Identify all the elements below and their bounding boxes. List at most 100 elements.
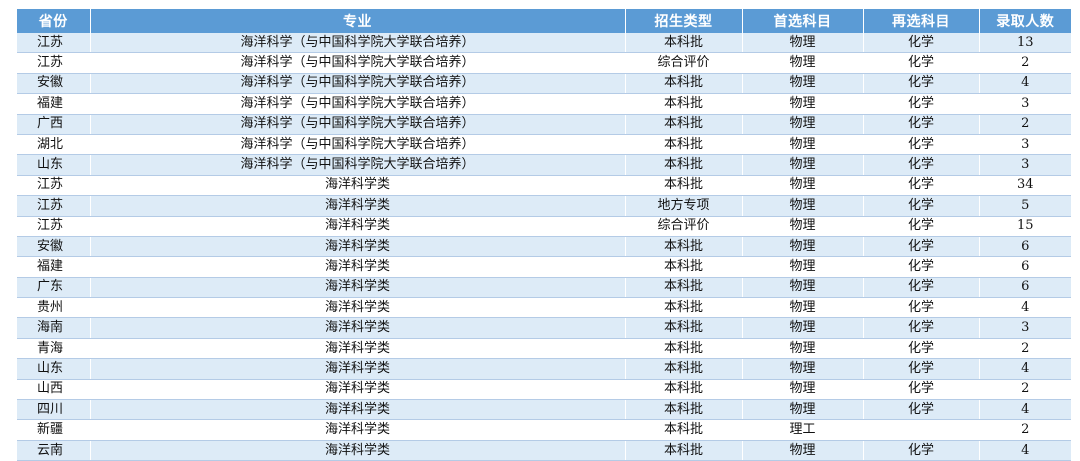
admitted-count-cell: 6 <box>979 236 1071 258</box>
first-subject-cell: 物理 <box>742 52 864 74</box>
header-admission-type: 招生类型 <box>625 9 743 33</box>
first-subject-cell: 物理 <box>742 195 864 217</box>
major-cell: 海洋科学（与中国科学院大学联合培养） <box>90 73 626 95</box>
first-subject-cell: 理工 <box>742 419 864 441</box>
admissions-table-container: 省份 专业 招生类型 首选科目 再选科目 录取人数 江苏 海洋科学（与中国科学院大… <box>17 9 1071 461</box>
admission-type-cell: 地方专项 <box>625 195 743 217</box>
first-subject-cell: 物理 <box>742 358 864 380</box>
table-row: 安徽 海洋科学类 本科批 物理 化学 6 <box>17 236 1071 258</box>
major-cell: 海洋科学类 <box>90 440 626 461</box>
major-cell: 海洋科学（与中国科学院大学联合培养） <box>90 93 626 115</box>
second-subject-cell: 化学 <box>863 358 980 380</box>
table-row: 四川 海洋科学类 本科批 物理 化学 4 <box>17 399 1071 421</box>
second-subject-cell: 化学 <box>863 440 980 461</box>
first-subject-cell: 物理 <box>742 33 864 54</box>
first-subject-cell: 物理 <box>742 379 864 401</box>
major-cell: 海洋科学类 <box>90 297 626 319</box>
admitted-count-cell: 2 <box>979 114 1071 135</box>
major-cell: 海洋科学（与中国科学院大学联合培养） <box>90 52 626 74</box>
province-cell: 四川 <box>17 399 91 421</box>
province-cell: 福建 <box>17 256 91 278</box>
province-cell: 海南 <box>17 317 91 339</box>
second-subject-cell: 化学 <box>863 154 980 176</box>
province-cell: 安徽 <box>17 236 91 258</box>
table-row: 福建 海洋科学类 本科批 物理 化学 6 <box>17 256 1071 278</box>
admission-type-cell: 本科批 <box>625 419 743 441</box>
admitted-count-cell: 2 <box>979 379 1071 401</box>
table-row: 山西 海洋科学类 本科批 物理 化学 2 <box>17 379 1071 401</box>
admitted-count-cell: 34 <box>979 175 1071 197</box>
header-first-subject: 首选科目 <box>742 9 864 33</box>
province-cell: 山东 <box>17 154 91 176</box>
admission-type-cell: 本科批 <box>625 33 743 54</box>
first-subject-cell: 物理 <box>742 256 864 278</box>
province-cell: 湖北 <box>17 134 91 156</box>
admission-type-cell: 本科批 <box>625 175 743 197</box>
admitted-count-cell: 4 <box>979 73 1071 95</box>
major-cell: 海洋科学类 <box>90 236 626 258</box>
admitted-count-cell: 4 <box>979 440 1071 461</box>
second-subject-cell: 化学 <box>863 256 980 278</box>
major-cell: 海洋科学（与中国科学院大学联合培养） <box>90 33 626 54</box>
second-subject-cell: 化学 <box>863 33 980 54</box>
major-cell: 海洋科学（与中国科学院大学联合培养） <box>90 114 626 135</box>
admission-type-cell: 本科批 <box>625 256 743 278</box>
first-subject-cell: 物理 <box>742 73 864 95</box>
first-subject-cell: 物理 <box>742 399 864 421</box>
admission-type-cell: 本科批 <box>625 236 743 258</box>
admission-type-cell: 综合评价 <box>625 52 743 74</box>
admitted-count-cell: 3 <box>979 154 1071 176</box>
admission-type-cell: 本科批 <box>625 73 743 95</box>
second-subject-cell: 化学 <box>863 114 980 135</box>
second-subject-cell: 化学 <box>863 297 980 319</box>
admitted-count-cell: 5 <box>979 195 1071 217</box>
table-row: 江苏 海洋科学类 综合评价 物理 化学 15 <box>17 216 1071 237</box>
admitted-count-cell: 2 <box>979 338 1071 360</box>
major-cell: 海洋科学类 <box>90 399 626 421</box>
header-second-subject: 再选科目 <box>863 9 980 33</box>
table-row: 江苏 海洋科学（与中国科学院大学联合培养） 综合评价 物理 化学 2 <box>17 52 1071 74</box>
admitted-count-cell: 15 <box>979 216 1071 237</box>
major-cell: 海洋科学类 <box>90 277 626 299</box>
admitted-count-cell: 6 <box>979 256 1071 278</box>
admission-type-cell: 本科批 <box>625 114 743 135</box>
table-row: 云南 海洋科学类 本科批 物理 化学 4 <box>17 440 1071 461</box>
province-cell: 江苏 <box>17 33 91 54</box>
table-row: 江苏 海洋科学（与中国科学院大学联合培养） 本科批 物理 化学 13 <box>17 33 1071 54</box>
table-row: 江苏 海洋科学类 本科批 物理 化学 34 <box>17 175 1071 197</box>
province-cell: 云南 <box>17 440 91 461</box>
second-subject-cell: 化学 <box>863 195 980 217</box>
province-cell: 江苏 <box>17 52 91 74</box>
second-subject-cell: 化学 <box>863 73 980 95</box>
second-subject-cell: 化学 <box>863 134 980 156</box>
admissions-table: 省份 专业 招生类型 首选科目 再选科目 录取人数 江苏 海洋科学（与中国科学院大… <box>17 9 1071 461</box>
second-subject-cell: 化学 <box>863 93 980 115</box>
table-row: 青海 海洋科学类 本科批 物理 化学 2 <box>17 338 1071 360</box>
admission-type-cell: 本科批 <box>625 440 743 461</box>
table-row: 江苏 海洋科学类 地方专项 物理 化学 5 <box>17 195 1071 217</box>
province-cell: 贵州 <box>17 297 91 319</box>
first-subject-cell: 物理 <box>742 297 864 319</box>
province-cell: 福建 <box>17 93 91 115</box>
table-row: 安徽 海洋科学（与中国科学院大学联合培养） 本科批 物理 化学 4 <box>17 73 1071 95</box>
admitted-count-cell: 2 <box>979 419 1071 441</box>
admitted-count-cell: 6 <box>979 277 1071 299</box>
admitted-count-cell: 3 <box>979 317 1071 339</box>
table-row: 广东 海洋科学类 本科批 物理 化学 6 <box>17 277 1071 299</box>
first-subject-cell: 物理 <box>742 236 864 258</box>
second-subject-cell: 化学 <box>863 399 980 421</box>
second-subject-cell: 化学 <box>863 52 980 74</box>
major-cell: 海洋科学类 <box>90 175 626 197</box>
table-row: 福建 海洋科学（与中国科学院大学联合培养） 本科批 物理 化学 3 <box>17 93 1071 115</box>
admitted-count-cell: 3 <box>979 93 1071 115</box>
table-header: 省份 专业 招生类型 首选科目 再选科目 录取人数 <box>17 9 1071 33</box>
major-cell: 海洋科学类 <box>90 419 626 441</box>
header-major: 专业 <box>90 9 626 33</box>
province-cell: 山西 <box>17 379 91 401</box>
first-subject-cell: 物理 <box>742 175 864 197</box>
admission-type-cell: 本科批 <box>625 154 743 176</box>
header-row: 省份 专业 招生类型 首选科目 再选科目 录取人数 <box>17 9 1071 33</box>
second-subject-cell: 化学 <box>863 338 980 360</box>
major-cell: 海洋科学类 <box>90 256 626 278</box>
province-cell: 广东 <box>17 277 91 299</box>
